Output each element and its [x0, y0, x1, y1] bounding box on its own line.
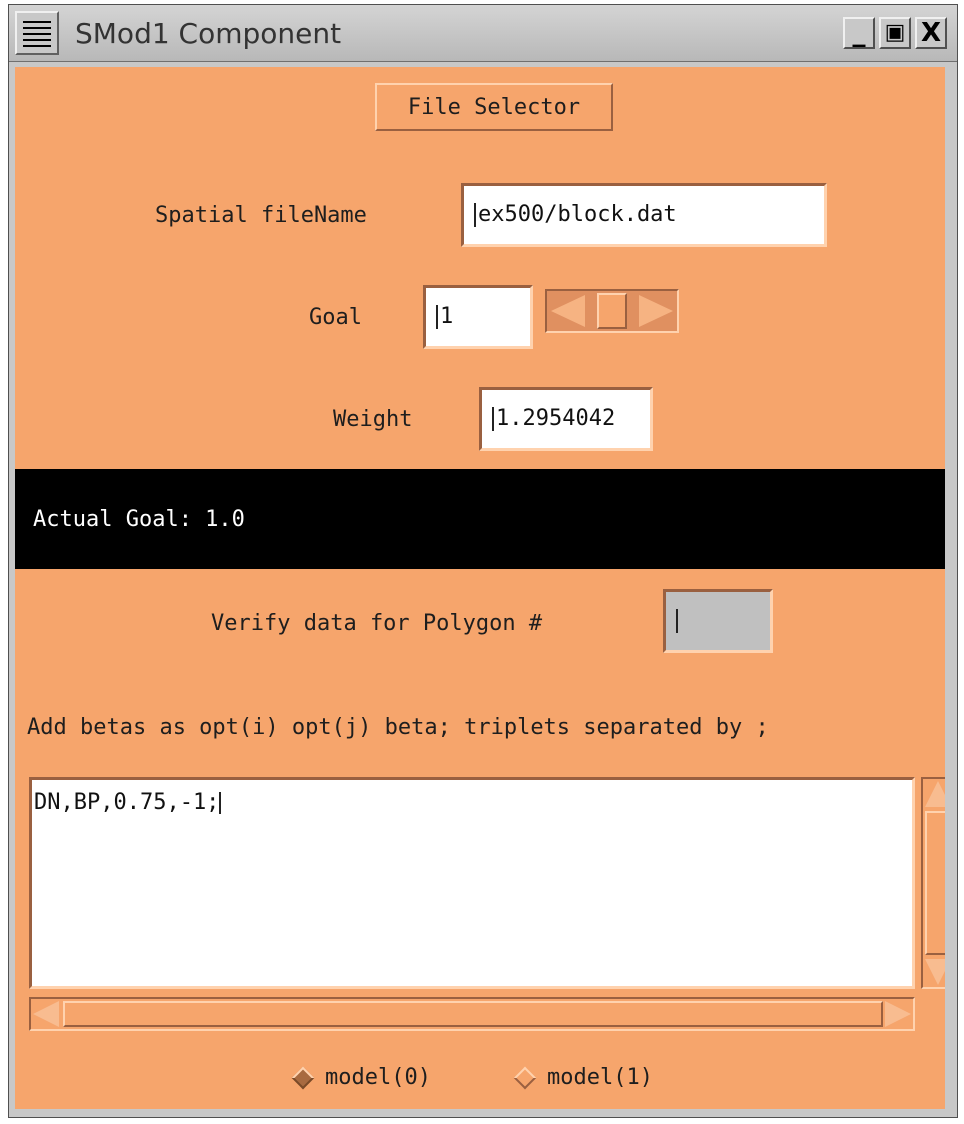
betas-textarea[interactable]: DN,BP,0.75,-1; [29, 777, 915, 989]
horizontal-scroll-thumb[interactable] [63, 1001, 883, 1027]
spatial-filename-label: Spatial fileName [155, 203, 367, 228]
verify-polygon-label: Verify data for Polygon # [211, 611, 543, 636]
component-panel: File Selector Spatial fileName ex500/blo… [15, 67, 945, 1109]
verify-polygon-field[interactable] [663, 589, 773, 653]
weight-value: 1.2954042 [496, 406, 616, 431]
textarea-horizontal-scrollbar[interactable] [29, 997, 915, 1031]
model-1-label: model(1) [547, 1065, 653, 1090]
spatial-filename-value: ex500/block.dat [478, 202, 677, 227]
scroll-right-arrow-icon[interactable] [885, 1001, 911, 1027]
goal-label: Goal [309, 305, 362, 330]
window-title: SMod1 Component [75, 17, 342, 50]
radio-selected-icon [291, 1066, 315, 1089]
text-cursor [492, 407, 494, 431]
goal-field[interactable]: 1 [423, 285, 533, 349]
text-cursor [474, 203, 476, 227]
radio-unselected-icon [513, 1066, 537, 1089]
scroll-up-arrow-icon[interactable] [925, 781, 945, 807]
model-0-label: model(0) [325, 1065, 431, 1090]
text-cursor [436, 305, 438, 329]
weight-label: Weight [333, 407, 413, 432]
goal-value: 1 [440, 304, 454, 329]
slider-left-arrow-icon[interactable] [551, 295, 585, 327]
vertical-scroll-thumb[interactable] [925, 811, 945, 955]
title-bar[interactable]: SMod1 Component _ ▣ X [9, 5, 957, 62]
slider-right-arrow-icon[interactable] [639, 295, 673, 327]
close-button[interactable]: X [915, 17, 947, 49]
betas-text: DN,BP,0.75,-1; [34, 790, 220, 815]
app-window: SMod1 Component _ ▣ X File Selector Spat… [8, 4, 958, 1118]
model-0-radio[interactable]: model(0) [291, 1065, 431, 1090]
scroll-left-arrow-icon[interactable] [33, 1001, 59, 1027]
status-bar: Actual Goal: 1.0 [15, 469, 945, 569]
goal-slider[interactable] [545, 289, 679, 333]
actual-goal-text: Actual Goal: 1.0 [33, 507, 245, 532]
spatial-filename-field[interactable]: ex500/block.dat [461, 183, 827, 247]
weight-field[interactable]: 1.2954042 [479, 387, 653, 451]
text-cursor [219, 792, 222, 814]
betas-instruction-label: Add betas as opt(i) opt(j) beta; triplet… [27, 715, 769, 740]
window-menu-icon[interactable] [15, 11, 59, 55]
model-1-radio[interactable]: model(1) [513, 1065, 653, 1090]
slider-thumb[interactable] [597, 293, 627, 329]
file-selector-button[interactable]: File Selector [375, 83, 613, 131]
text-cursor [676, 609, 678, 633]
scroll-down-arrow-icon[interactable] [925, 959, 945, 985]
maximize-button[interactable]: ▣ [879, 17, 911, 49]
minimize-button[interactable]: _ [843, 17, 875, 49]
textarea-vertical-scrollbar[interactable] [921, 777, 945, 989]
